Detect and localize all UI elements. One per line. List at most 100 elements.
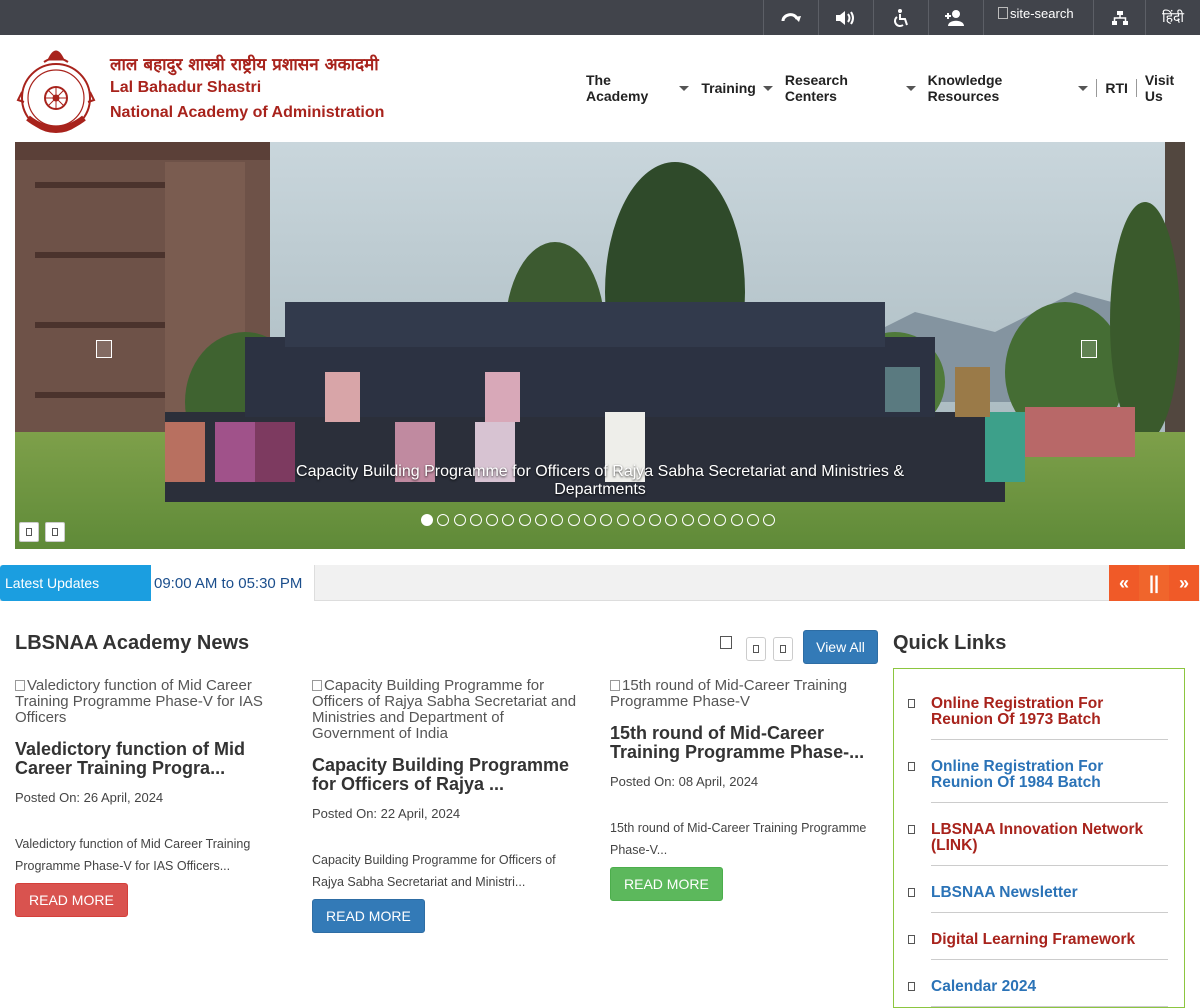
quick-link-label[interactable]: Online Registration For Reunion Of 1984 … <box>931 759 1168 803</box>
view-all-news-button[interactable]: View All <box>803 630 878 664</box>
slider-dot[interactable] <box>486 514 499 526</box>
link-bullet-icon <box>908 825 915 834</box>
slider-dot[interactable] <box>535 514 548 526</box>
news-image-alt: Valedictory function of Mid Career Train… <box>15 677 263 726</box>
slider-dot[interactable] <box>421 514 433 526</box>
ticker-next-button[interactable]: » <box>1169 565 1199 601</box>
quick-link-item[interactable]: LBSNAA Newsletter <box>906 885 1168 913</box>
slider-dot[interactable] <box>763 514 776 526</box>
social-users-icon[interactable] <box>928 0 983 35</box>
link-bullet-icon <box>908 935 915 944</box>
nav-training[interactable]: Training <box>695 80 778 96</box>
slider-play-button[interactable] <box>45 522 65 542</box>
nav-label: Knowledge Resources <box>927 72 1003 104</box>
ticker-prev-button[interactable]: « <box>1109 565 1139 601</box>
link-bullet-icon <box>908 762 915 771</box>
slider-dot[interactable] <box>665 514 678 526</box>
ticker-pause-button[interactable]: || <box>1139 565 1169 601</box>
slider-dot[interactable] <box>746 514 759 526</box>
quick-link-item[interactable]: Online Registration For Reunion Of 1973 … <box>906 696 1168 740</box>
slider-dot[interactable] <box>649 514 662 526</box>
news-section-title: LBSNAA Academy News <box>15 632 250 654</box>
ticker-controls: « || » <box>1109 565 1199 601</box>
skip-to-content-icon[interactable] <box>763 0 818 35</box>
hero-slider[interactable]: Capacity Building Programme for Officers… <box>15 142 1185 549</box>
slider-pause-button[interactable] <box>19 522 39 542</box>
lbsnaa-emblem-logo[interactable] <box>14 40 98 136</box>
slider-dot[interactable] <box>518 514 531 526</box>
news-card-title[interactable]: Valedictory function of Mid Career Train… <box>15 740 287 778</box>
slider-dot[interactable] <box>681 514 694 526</box>
slider-dot[interactable] <box>730 514 743 526</box>
slider-dot[interactable] <box>583 514 596 526</box>
news-image[interactable]: 15th round of Mid-Career Training Progra… <box>610 678 882 710</box>
quick-link-label[interactable]: Online Registration For Reunion Of 1973 … <box>931 696 1168 740</box>
slider-dot[interactable] <box>551 514 564 526</box>
sitemap-icon[interactable] <box>1093 0 1145 35</box>
news-card-title[interactable]: 15th round of Mid-Career Training Progra… <box>610 724 882 762</box>
quick-links-title: Quick Links <box>893 632 1007 654</box>
quick-link-item[interactable]: LBSNAA Innovation Network (LINK) <box>906 822 1168 866</box>
academy-name-line2[interactable]: National Academy of Administration <box>110 104 384 122</box>
slider-dot[interactable] <box>714 514 727 526</box>
news-card: 15th round of Mid-Career Training Progra… <box>610 678 882 901</box>
accessibility-icon[interactable] <box>873 0 928 35</box>
news-image[interactable]: Valedictory function of Mid Career Train… <box>15 678 287 726</box>
nav-label: The Academy <box>586 72 649 104</box>
quick-link-label[interactable]: LBSNAA Innovation Network (LINK) <box>931 822 1168 866</box>
nav-label: Training <box>701 80 756 96</box>
quick-links-panel: Online Registration For Reunion Of 1973 … <box>893 668 1185 1008</box>
slider-dot[interactable] <box>437 514 450 526</box>
quick-link-item[interactable]: Calendar 2024 <box>906 979 1168 1007</box>
academy-name-hindi[interactable]: लाल बहादुर शास्त्री राष्ट्रीय प्रशासन अक… <box>110 52 379 75</box>
latest-updates-label: Latest Updates <box>0 565 151 601</box>
read-more-button[interactable]: READ MORE <box>312 899 425 933</box>
news-pause-icon[interactable] <box>720 636 732 649</box>
read-more-button[interactable]: READ MORE <box>610 867 723 901</box>
nav-rti[interactable]: RTI <box>1099 80 1134 96</box>
screen-reader-icon[interactable] <box>818 0 873 35</box>
caret-down-icon <box>679 85 690 91</box>
quick-link-label[interactable]: LBSNAA Newsletter <box>931 885 1168 913</box>
nav-knowledge-resources[interactable]: Knowledge Resources <box>922 72 1095 104</box>
slider-dot[interactable] <box>469 514 482 526</box>
news-card: Valedictory function of Mid Career Train… <box>15 678 287 917</box>
slider-dot[interactable] <box>698 514 711 526</box>
slider-dot[interactable] <box>600 514 613 526</box>
slider-dot[interactable] <box>616 514 629 526</box>
slider-next-button[interactable] <box>1081 340 1097 358</box>
latest-update-item[interactable]: 09:00 AM to 05:30 PM <box>151 565 315 601</box>
site-search-button[interactable]: site-search <box>983 0 1093 35</box>
pause-icon <box>26 528 32 536</box>
nav-visit-us[interactable]: Visit Us <box>1139 72 1200 104</box>
latest-updates-ticker: Latest Updates 09:00 AM to 05:30 PM « ||… <box>0 565 1200 601</box>
news-card-excerpt: Capacity Building Programme for Officers… <box>312 853 556 889</box>
news-next-button[interactable] <box>773 637 793 661</box>
slider-dot[interactable] <box>567 514 580 526</box>
nav-divider <box>1135 79 1137 97</box>
nav-label: Visit Us <box>1144 72 1175 104</box>
nav-research-centers[interactable]: Research Centers <box>779 72 922 104</box>
read-more-button[interactable]: READ MORE <box>15 883 128 917</box>
slider-dot[interactable] <box>453 514 466 526</box>
language-toggle[interactable]: हिंदी <box>1145 0 1200 35</box>
slider-dot[interactable] <box>502 514 515 526</box>
slider-prev-button[interactable] <box>96 340 112 358</box>
slider-dot[interactable] <box>632 514 645 526</box>
news-card-date: Posted On: 08 April, 2024 <box>610 774 759 789</box>
quick-link-label[interactable]: Digital Learning Framework <box>931 932 1168 960</box>
quick-link-item[interactable]: Digital Learning Framework <box>906 932 1168 960</box>
nav-label: RTI <box>1105 80 1128 96</box>
quick-link-label[interactable]: Calendar 2024 <box>931 979 1168 1007</box>
news-card-title[interactable]: Capacity Building Programme for Officers… <box>312 756 584 794</box>
news-card-excerpt: 15th round of Mid-Career Training Progra… <box>610 821 867 857</box>
news-image[interactable]: Capacity Building Programme for Officers… <box>312 678 584 742</box>
quick-link-item[interactable]: Online Registration For Reunion Of 1984 … <box>906 759 1168 803</box>
link-bullet-icon <box>908 888 915 897</box>
nav-the-academy[interactable]: The Academy <box>580 72 695 104</box>
broken-image-icon <box>610 680 620 691</box>
slider-pagination <box>421 514 776 526</box>
news-prev-button[interactable] <box>746 637 766 661</box>
chevron-right-icon <box>780 645 786 653</box>
academy-name-line1[interactable]: Lal Bahadur Shastri <box>110 79 261 97</box>
